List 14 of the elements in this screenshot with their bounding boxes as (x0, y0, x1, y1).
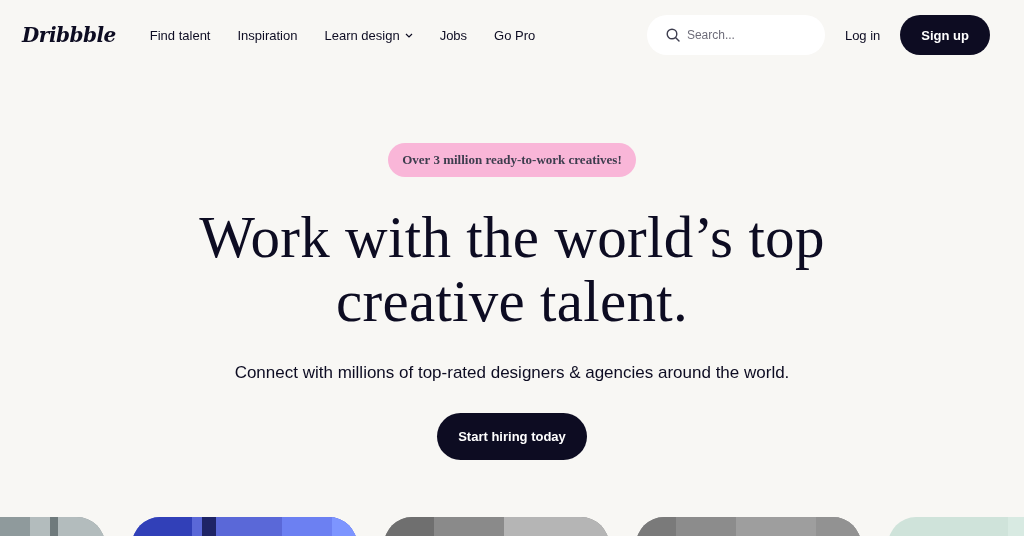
nav-link[interactable]: Go Pro (494, 27, 536, 43)
search-field[interactable]: Search... (646, 15, 825, 55)
headline: Work with the world’s top creative talent. (198, 205, 826, 333)
logo[interactable]: Dribbble (22, 23, 116, 47)
chevron-down-icon (404, 32, 413, 38)
nav-link[interactable]: Jobs (439, 27, 468, 43)
subheadline: Connect with millions of top-rated designers & agencies around the world. (234, 363, 790, 383)
login-link[interactable]: Log in (844, 27, 881, 43)
tagline-badge: Over 3 million ready-to-work creatives! (388, 143, 636, 177)
signup-button[interactable]: Sign up (900, 15, 990, 55)
start-hiring-button[interactable]: Start hiring today (437, 413, 587, 460)
nav-link[interactable]: Learn design (324, 27, 413, 43)
nav-link[interactable]: Inspiration (237, 27, 298, 43)
nav-link[interactable]: Find talent (149, 27, 211, 43)
